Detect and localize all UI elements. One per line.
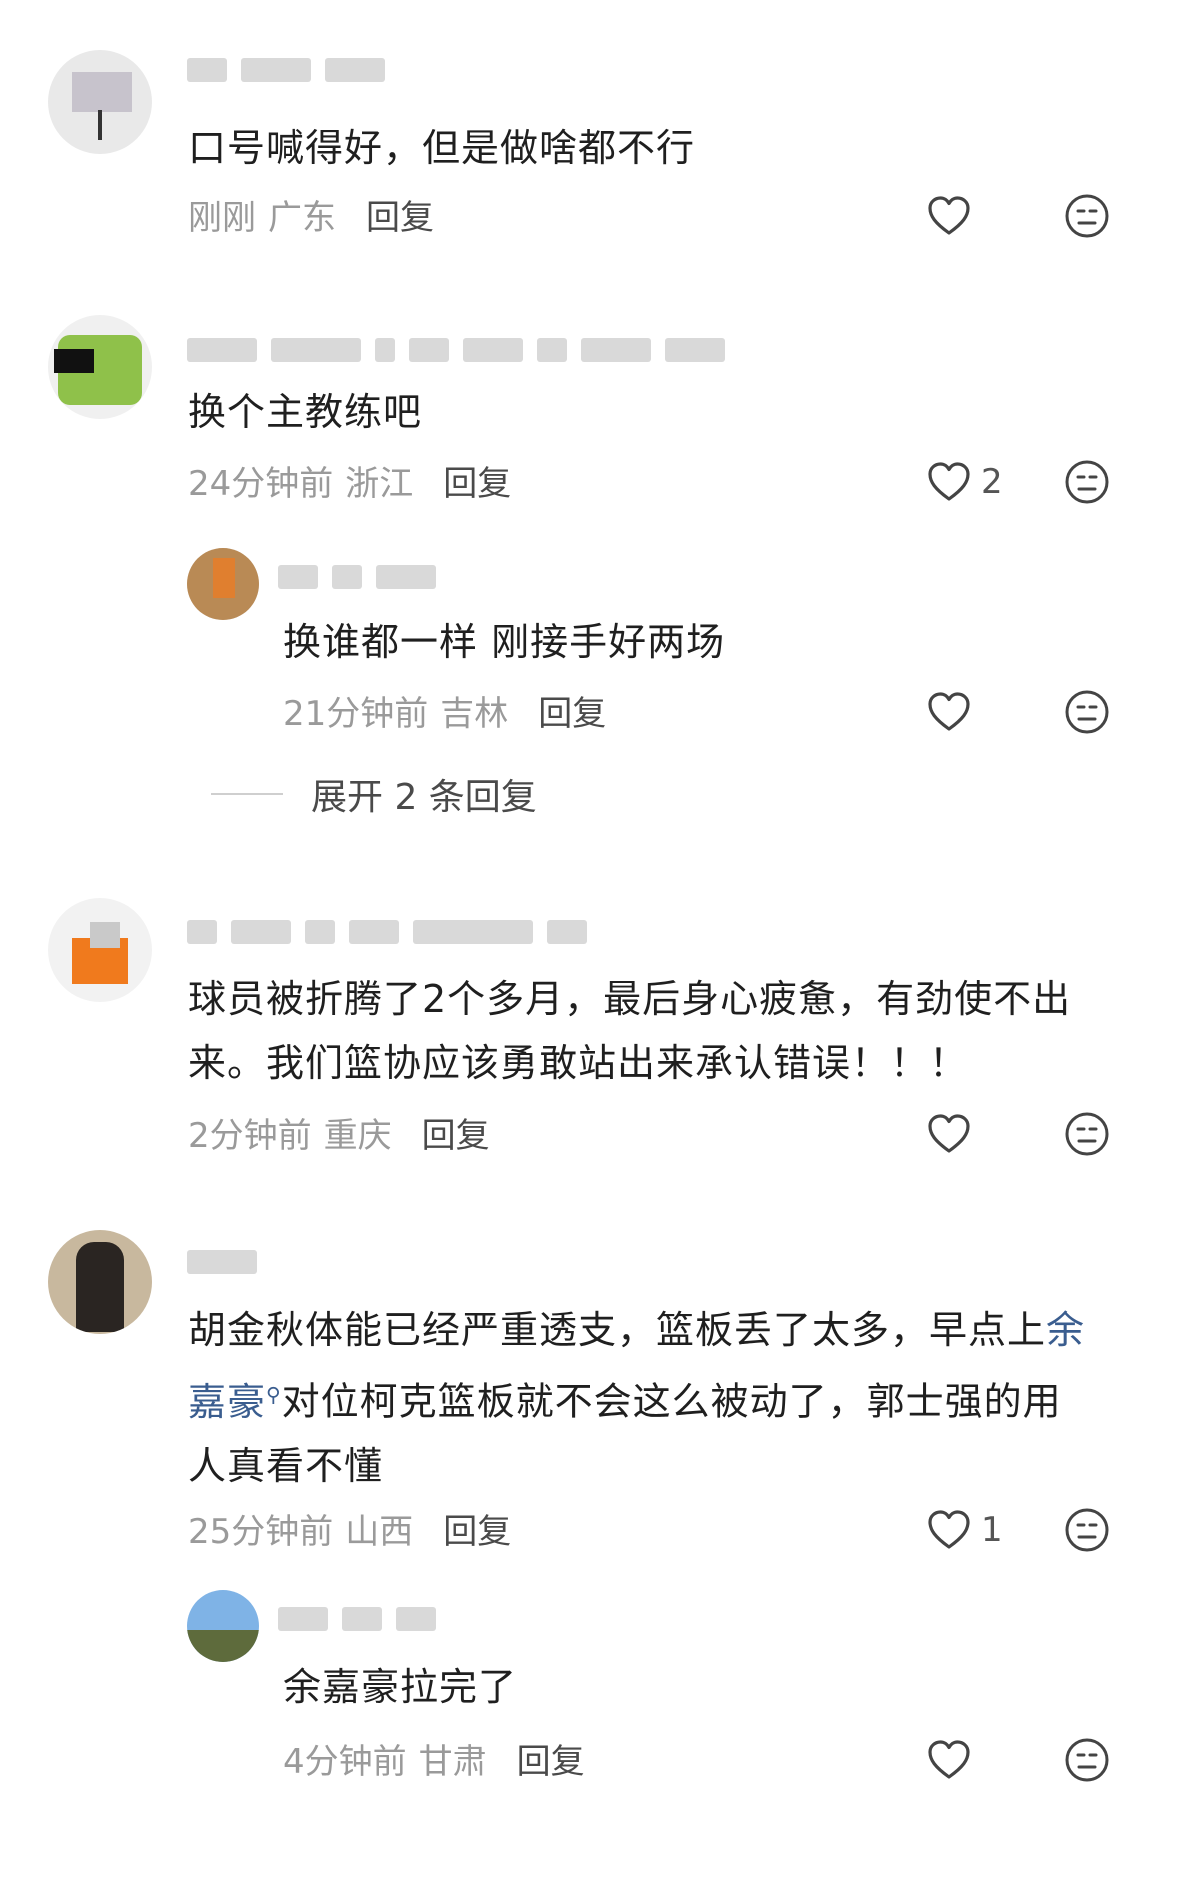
reply-location: 甘肃 <box>418 1742 487 1782</box>
username-blurred[interactable] <box>278 565 436 589</box>
reply-time: 4分钟前 <box>283 1742 407 1782</box>
heart-outline-icon <box>928 1510 970 1549</box>
like-button[interactable] <box>925 1110 973 1158</box>
like-count: 1 <box>981 1510 1003 1550</box>
avatar[interactable] <box>48 898 152 1002</box>
expand-replies-button[interactable]: 展开 2 条回复 <box>211 768 537 820</box>
avatar[interactable] <box>187 1590 259 1662</box>
reply-text: 余嘉豪拉完了 <box>283 1665 518 1709</box>
comment-time: 25分钟前 <box>188 1512 334 1552</box>
comment-location: 浙江 <box>345 464 414 504</box>
comment-text: 球员被折腾了2个多月，最后身心疲惫，有劲使不出来。我们篮协应该勇敢站出来承认错误… <box>188 977 1072 1085</box>
like-button[interactable]: 1 <box>925 1506 1003 1554</box>
heart-outline-icon <box>928 692 970 731</box>
meh-face-icon[interactable] <box>1063 458 1111 506</box>
heart-outline-icon <box>928 196 970 235</box>
divider <box>211 793 283 795</box>
like-button[interactable]: 2 <box>925 458 1003 506</box>
heart-outline-icon <box>928 462 970 501</box>
reply-button[interactable]: 回复 <box>443 456 511 505</box>
comment-meta: 刚刚 广东 回复 <box>188 190 434 239</box>
username-blurred[interactable] <box>187 1250 257 1274</box>
username-blurred[interactable] <box>278 1607 436 1631</box>
reply-button[interactable]: 回复 <box>443 1504 511 1553</box>
like-button[interactable] <box>925 192 973 240</box>
comment-time: 刚刚 <box>188 198 256 238</box>
reply-button[interactable]: 回复 <box>517 1734 585 1783</box>
expand-replies-label: 展开 2 条回复 <box>311 777 537 818</box>
comment-meta: 2分钟前 重庆 回复 <box>188 1108 490 1157</box>
username-blurred[interactable] <box>187 920 587 944</box>
meh-face-icon[interactable] <box>1063 192 1111 240</box>
comment-text: 口号喊得好，但是做啥都不行 <box>188 126 696 170</box>
username-blurred[interactable] <box>187 338 725 362</box>
reply-meta: 21分钟前 吉林 回复 <box>283 686 606 735</box>
reply-button[interactable]: 回复 <box>366 190 434 239</box>
meh-face-icon[interactable] <box>1063 1506 1111 1554</box>
comment-text-part: 对位柯克篮板就不会这么被动了，郭士强的用人真看不懂 <box>188 1379 1062 1488</box>
meh-face-icon[interactable] <box>1063 1736 1111 1784</box>
avatar[interactable] <box>48 315 152 419</box>
reply-button[interactable]: 回复 <box>422 1108 490 1157</box>
heart-outline-icon <box>928 1740 970 1779</box>
comment-meta: 24分钟前 浙江 回复 <box>188 456 511 505</box>
comment-location: 山西 <box>345 1512 414 1552</box>
comment-time: 24分钟前 <box>188 464 334 504</box>
reply-text: 换谁都一样 刚接手好两场 <box>283 620 726 664</box>
reply-location: 吉林 <box>440 694 509 734</box>
reply-meta: 4分钟前 甘肃 回复 <box>283 1734 585 1783</box>
like-button[interactable] <box>925 1736 973 1784</box>
comment-text-part: 胡金秋体能已经严重透支，篮板丢了太多，早点上 <box>188 1308 1047 1352</box>
like-button[interactable] <box>925 688 973 736</box>
reply-button[interactable]: 回复 <box>538 686 606 735</box>
comment-meta: 25分钟前 山西 回复 <box>188 1504 511 1553</box>
reply-time: 21分钟前 <box>283 694 429 734</box>
like-count: 2 <box>981 462 1003 502</box>
avatar[interactable] <box>48 1230 152 1334</box>
meh-face-icon[interactable] <box>1063 1110 1111 1158</box>
avatar[interactable] <box>48 50 152 154</box>
avatar[interactable] <box>187 548 259 620</box>
meh-face-icon[interactable] <box>1063 688 1111 736</box>
heart-outline-icon <box>928 1114 970 1153</box>
comment-text: 换个主教练吧 <box>188 390 423 434</box>
comment-location: 重庆 <box>323 1116 392 1156</box>
comment-time: 2分钟前 <box>188 1116 312 1156</box>
comment-text: 胡金秋体能已经严重透支，篮板丢了太多，早点上余嘉豪⚲对位柯克篮板就不会这么被动了… <box>188 1298 1088 1498</box>
username-blurred[interactable] <box>187 58 385 82</box>
search-superscript-icon: ⚲ <box>266 1382 282 1406</box>
comment-location: 广东 <box>268 198 336 238</box>
